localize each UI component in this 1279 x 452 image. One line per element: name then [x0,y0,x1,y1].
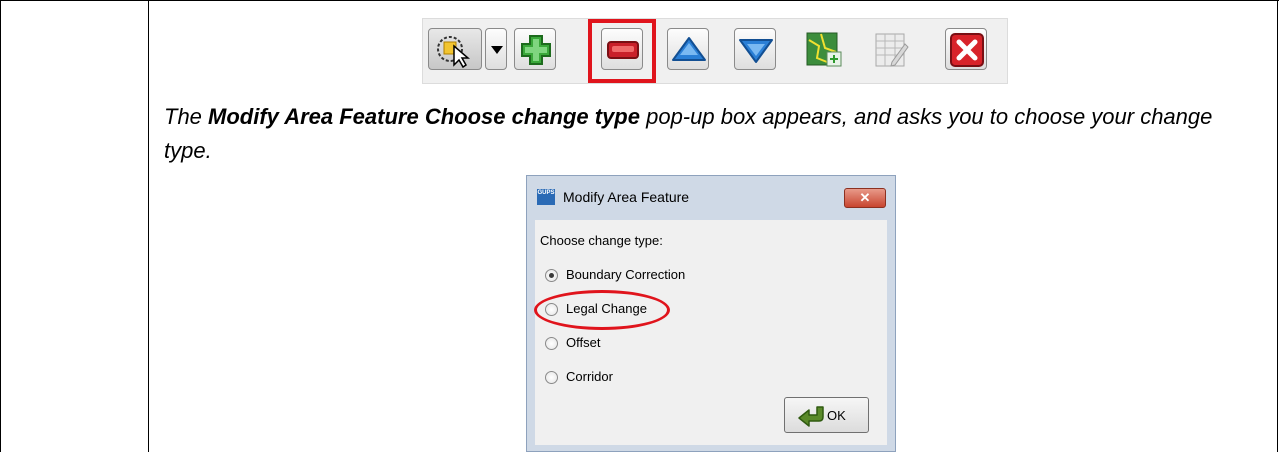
move-down-button[interactable] [734,28,776,70]
table-edit-icon [875,33,909,67]
modify-area-feature-dialog: GUPS Modify Area Feature ✕ Choose change… [526,175,896,452]
instruction-text: The Modify Area Feature Choose change ty… [164,100,1244,168]
editing-toolbar [422,18,1008,84]
table-border-top [0,0,1279,1]
instruction-end: . [205,138,212,163]
option-label: Corridor [566,369,613,384]
map-icon [806,32,842,67]
select-cursor-icon [437,36,471,69]
attribute-table-button[interactable] [870,28,912,70]
close-tool-button[interactable] [945,28,987,70]
gups-app-icon: GUPS [537,189,555,205]
change-type-prompt: Choose change type: [540,233,663,248]
triangle-up-icon [672,37,706,61]
instruction-bold: Modify Area Feature Choose change type [208,104,640,129]
map-layer-button[interactable] [803,28,845,70]
select-dropdown-button[interactable] [485,28,507,70]
app-icon-text: GUPS [537,190,555,196]
radio-button-selected[interactable] [545,269,558,282]
triangle-down-icon [739,39,773,63]
instruction-prefix: The [164,104,209,129]
table-border-left [0,0,1,452]
radio-button[interactable] [545,371,558,384]
dialog-body: Choose change type: Boundary Correction … [534,220,887,445]
radio-button[interactable] [545,303,558,316]
ok-label: OK [827,408,846,423]
select-tool-button[interactable] [428,28,482,70]
dialog-titlebar: GUPS Modify Area Feature ✕ [527,176,895,220]
return-arrow-icon [798,406,824,427]
move-up-button[interactable] [667,28,709,70]
radio-button[interactable] [545,337,558,350]
table-border-right [1277,0,1278,452]
ok-button[interactable]: OK [784,397,869,433]
dialog-close-button[interactable]: ✕ [844,188,886,208]
chevron-down-icon [491,46,503,54]
option-label: Offset [566,335,601,350]
option-label: Legal Change [566,301,647,316]
option-label: Boundary Correction [566,267,686,282]
table-column-divider [148,0,149,452]
plus-icon [521,35,551,65]
add-feature-button[interactable] [514,28,556,70]
remove-button-highlight [588,19,656,83]
dialog-title: Modify Area Feature [563,189,690,205]
close-icon [950,33,984,67]
